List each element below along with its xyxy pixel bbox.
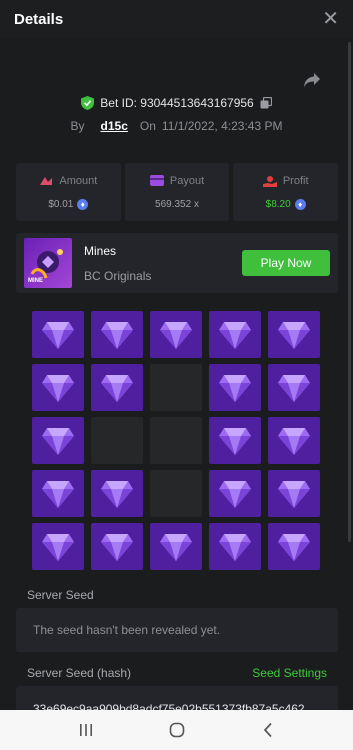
- gem-icon: [278, 321, 310, 349]
- gem-tile: [150, 311, 202, 358]
- stat-payout: Payout 569.352 x: [124, 163, 230, 221]
- game-card: MINE Mines BC Originals Play Now: [16, 233, 338, 293]
- share-icon[interactable]: [303, 72, 321, 88]
- scrollbar[interactable]: [348, 42, 351, 542]
- gem-icon: [101, 321, 133, 349]
- stat-value: 569.352 x: [155, 198, 199, 210]
- gem-tile: [91, 523, 143, 570]
- game-thumbnail[interactable]: MINE: [24, 238, 72, 288]
- gem-icon: [42, 427, 74, 455]
- server-seed-box: The seed hasn't been revealed yet.: [16, 608, 338, 652]
- seed-settings-link[interactable]: Seed Settings: [252, 666, 327, 680]
- gem-tile: [209, 417, 261, 464]
- empty-tile: [150, 364, 202, 411]
- gem-tile: [150, 523, 202, 570]
- gem-icon: [219, 427, 251, 455]
- gem-icon: [219, 480, 251, 508]
- android-nav-bar: [0, 710, 353, 750]
- empty-tile: [150, 417, 202, 464]
- payout-icon: [149, 175, 164, 186]
- gem-icon: [219, 533, 251, 561]
- stat-label: Profit: [282, 174, 309, 187]
- gem-tile: [91, 364, 143, 411]
- gem-tile: [91, 311, 143, 358]
- stat-value: $0.01: [48, 198, 74, 210]
- details-header: Details ✕: [0, 0, 353, 38]
- bet-id: Bet ID: 93044513643167956: [100, 96, 254, 110]
- gem-tile: [268, 311, 320, 358]
- empty-tile: [91, 417, 143, 464]
- mines-board: [32, 311, 320, 571]
- gem-icon: [42, 480, 74, 508]
- eth-icon: ♦: [77, 198, 89, 210]
- gem-icon: [219, 321, 251, 349]
- user-link[interactable]: d15c: [101, 119, 128, 133]
- copy-icon[interactable]: [260, 97, 272, 109]
- game-provider: BC Originals: [84, 268, 152, 283]
- gem-tile: [32, 523, 84, 570]
- eth-icon: ♦: [294, 198, 306, 210]
- gem-tile: [32, 311, 84, 358]
- gem-icon: [42, 374, 74, 402]
- stat-profit: Profit $8.20 ♦: [233, 163, 339, 221]
- server-seed-label: Server Seed: [27, 588, 94, 602]
- stat-amount: Amount $0.01 ♦: [16, 163, 121, 221]
- bet-id-row: Bet ID: 93044513643167956: [0, 96, 353, 110]
- home-icon[interactable]: [167, 720, 187, 740]
- stat-label: Amount: [59, 174, 98, 187]
- gem-icon: [278, 533, 310, 561]
- gem-tile: [209, 523, 261, 570]
- bet-byline: By d15c On 11/1/2022, 4:23:43 PM: [0, 119, 353, 133]
- gem-tile: [32, 364, 84, 411]
- gem-icon: [160, 533, 192, 561]
- profit-icon: [262, 175, 277, 187]
- gem-icon: [278, 480, 310, 508]
- close-icon[interactable]: ✕: [322, 9, 339, 29]
- gem-icon: [101, 374, 133, 402]
- gem-icon: [278, 374, 310, 402]
- gem-icon: [219, 374, 251, 402]
- amount-icon: [40, 176, 53, 185]
- thumb-label: MINE: [28, 278, 43, 284]
- gem-tile: [209, 470, 261, 517]
- gem-tile: [32, 470, 84, 517]
- gem-icon: [42, 533, 74, 561]
- stat-value: $8.20: [265, 198, 291, 210]
- gem-tile: [268, 470, 320, 517]
- gem-icon: [101, 533, 133, 561]
- play-now-button[interactable]: Play Now: [242, 250, 330, 276]
- bet-stats: Amount $0.01 ♦ Payout 569.352 x Profit $…: [16, 163, 339, 221]
- gem-icon: [42, 321, 74, 349]
- bet-datetime: 11/1/2022, 4:23:43 PM: [161, 119, 283, 133]
- recent-apps-icon[interactable]: [76, 720, 96, 740]
- empty-tile: [150, 470, 202, 517]
- gem-icon: [160, 321, 192, 349]
- server-seed-hash-label: Server Seed (hash): [27, 666, 132, 680]
- page-title: Details: [14, 10, 64, 28]
- gem-tile: [268, 364, 320, 411]
- back-icon[interactable]: [258, 720, 278, 740]
- gem-tile: [209, 364, 261, 411]
- gem-tile: [268, 417, 320, 464]
- gem-tile: [32, 417, 84, 464]
- gem-tile: [91, 470, 143, 517]
- gem-tile: [268, 523, 320, 570]
- gem-icon: [101, 480, 133, 508]
- by-label: By: [70, 119, 85, 133]
- shield-check-icon: [81, 96, 95, 110]
- gem-icon: [278, 427, 310, 455]
- stat-label: Payout: [169, 174, 205, 187]
- game-name: Mines: [84, 243, 117, 258]
- gem-tile: [209, 311, 261, 358]
- on-label: On: [139, 119, 156, 133]
